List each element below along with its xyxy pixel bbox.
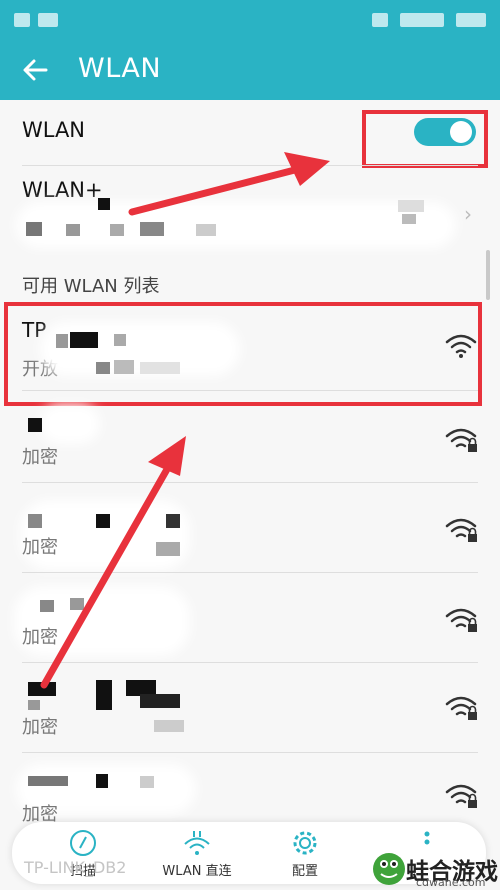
annotation-arrows bbox=[40, 152, 330, 689]
arrow-to-network bbox=[40, 436, 186, 689]
frog-logo-icon bbox=[373, 853, 405, 885]
watermark-url: cdwahe.com bbox=[416, 876, 486, 889]
arrow-to-toggle bbox=[128, 152, 330, 216]
